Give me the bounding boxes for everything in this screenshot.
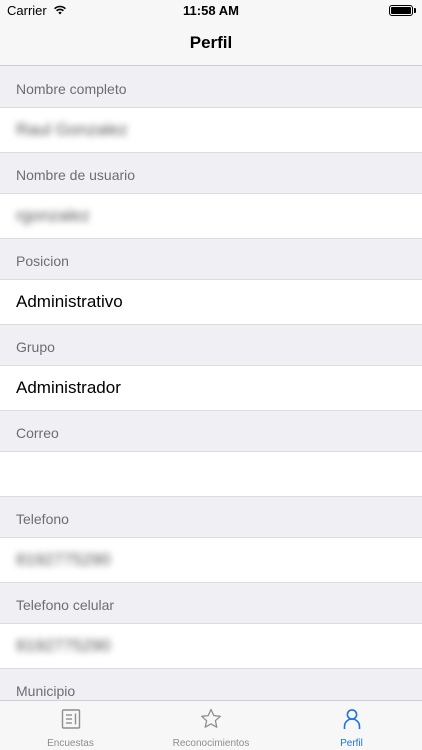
- profile-list[interactable]: Nombre completo Raul Gonzalez Nombre de …: [0, 67, 422, 700]
- field-label: Posicion: [16, 253, 69, 269]
- tab-bar: Encuestas Reconocimientos Perfil: [0, 700, 422, 750]
- person-icon: [343, 709, 360, 729]
- field-value: 8192775290: [16, 550, 111, 569]
- section-header: Telefono: [0, 497, 422, 538]
- field-value: rgonzalez: [16, 206, 90, 225]
- tab-reconocimientos[interactable]: Reconocimientos: [141, 701, 281, 750]
- field-cell[interactable]: rgonzalez: [0, 194, 422, 239]
- tab-label: Reconocimientos: [172, 738, 250, 749]
- field-value: 8192775290: [16, 636, 111, 655]
- tab-encuestas[interactable]: Encuestas: [0, 701, 141, 750]
- field-label: Grupo: [16, 339, 55, 355]
- field-cell[interactable]: Administrador: [0, 366, 422, 411]
- section-header: Nombre completo: [0, 67, 422, 108]
- field-cell[interactable]: 8192775290: [0, 538, 422, 583]
- tab-label: Encuestas: [47, 738, 94, 749]
- tab-label: Perfil: [340, 738, 363, 749]
- field-cell[interactable]: Administrativo: [0, 280, 422, 325]
- field-label: Nombre de usuario: [16, 167, 136, 183]
- status-bar: Carrier 11:58 AM: [0, 0, 422, 22]
- field-value: Administrativo: [16, 292, 123, 311]
- section-header: Grupo: [0, 325, 422, 366]
- navigation-bar: Perfil: [0, 22, 422, 66]
- star-icon: [201, 708, 221, 728]
- section-header: Posicion: [0, 239, 422, 280]
- field-cell[interactable]: Raul Gonzalez: [0, 108, 422, 153]
- battery-icon: [389, 5, 413, 16]
- field-label: Nombre completo: [16, 81, 127, 97]
- field-cell[interactable]: 8192775290: [0, 624, 422, 669]
- page-title: Perfil: [189, 33, 233, 52]
- field-label: Telefono: [16, 511, 69, 527]
- section-header: Correo: [0, 411, 422, 452]
- field-cell[interactable]: [0, 452, 422, 497]
- list-icon: [61, 709, 80, 729]
- field-label: Municipio: [16, 683, 76, 699]
- field-value: Raul Gonzalez: [16, 120, 128, 139]
- field-value: Administrador: [16, 378, 121, 397]
- section-header: Nombre de usuario: [0, 153, 422, 194]
- tab-perfil[interactable]: Perfil: [281, 701, 422, 750]
- section-header: Municipio: [0, 669, 422, 700]
- clock: 11:58 AM: [183, 3, 239, 18]
- section-header: Telefono celular: [0, 583, 422, 624]
- field-label: Correo: [16, 425, 59, 441]
- field-label: Telefono celular: [16, 597, 115, 613]
- battery-cap: [414, 8, 416, 13]
